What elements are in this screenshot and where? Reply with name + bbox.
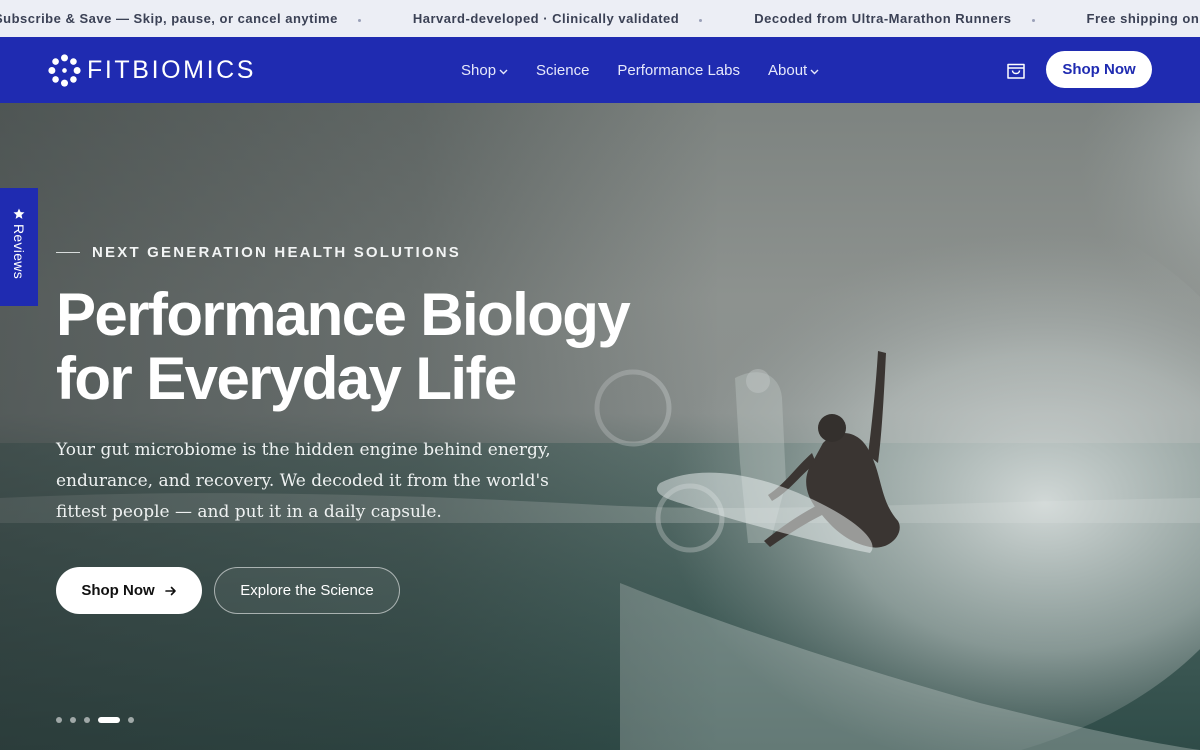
brand-logo[interactable]: FITBIOMICS [48,53,256,87]
slide-indicators [56,717,142,723]
arrow-right-icon [164,586,176,595]
hero-description: Your gut microbiome is the hidden engine… [56,440,551,522]
main-nav: Shop Science Performance Labs About [461,37,847,103]
reviews-label: Reviews [11,224,27,280]
nav-item-shop[interactable]: Shop [461,62,508,79]
hero-title: Performance Biology for Everyday Life [56,283,696,411]
slide-dot-3[interactable] [84,717,90,723]
chevron-down-icon [810,69,819,74]
reviews-tab-content: Reviews [8,208,30,292]
separator-dot [699,18,703,22]
star-icon [13,208,25,219]
separator-dot [1031,18,1035,22]
announcement-item: Free shipping on every order [1086,11,1200,26]
hero-eyebrow: NEXT GENERATION HEALTH SOLUTIONS [56,244,461,261]
announcement-item: Subscribe & Save — Skip, pause, or cance… [0,11,338,26]
announcement-item: Decoded from Ultra-Marathon Runners [754,11,1012,26]
nav-item-label: Shop [461,61,497,79]
explore-science-button[interactable]: Explore the Science [214,567,400,614]
separator-dot [357,18,361,22]
chevron-down-icon [499,69,508,74]
logo-mark-icon [48,53,81,87]
announcement-bar: Subscribe & Save — Skip, pause, or cance… [0,0,1200,37]
slide-dot-5[interactable] [128,717,134,723]
eyebrow-divider [56,252,80,253]
button-label: Shop Now [81,582,155,599]
slide-dot-2[interactable] [70,717,76,723]
site-header: FITBIOMICS Shop Science Performance Labs… [0,37,1200,103]
hero-title-line-1: Performance Biology [56,281,631,348]
nav-item-label: Performance Labs [617,61,740,79]
nav-item-about[interactable]: About [768,62,819,79]
hero-section: NEXT GENERATION HEALTH SOLUTIONS Perform… [0,103,1200,750]
slide-dot-4-active[interactable] [98,717,120,723]
announcement-track: Subscribe & Save — Skip, pause, or cance… [0,0,1200,37]
slide-dot-1[interactable] [56,717,62,723]
header-shop-now-button[interactable]: Shop Now [1046,51,1152,88]
nav-item-label: About [768,61,808,79]
eyebrow-text: NEXT GENERATION HEALTH SOLUTIONS [92,244,462,261]
hero-overlay [0,103,1200,750]
nav-item-performance-labs[interactable]: Performance Labs [617,62,740,79]
shopping-bag-icon[interactable] [1004,58,1028,82]
nav-item-label: Science [536,61,590,79]
reviews-tab[interactable]: Reviews [0,188,38,306]
brand-name: FITBIOMICS [87,55,257,84]
hero-shop-now-button[interactable]: Shop Now [56,567,202,614]
hero-title-line-2: for Everyday Life [56,345,517,412]
announcement-item: Harvard-developed · Clinically validated [412,11,680,26]
nav-item-science[interactable]: Science [536,62,589,79]
